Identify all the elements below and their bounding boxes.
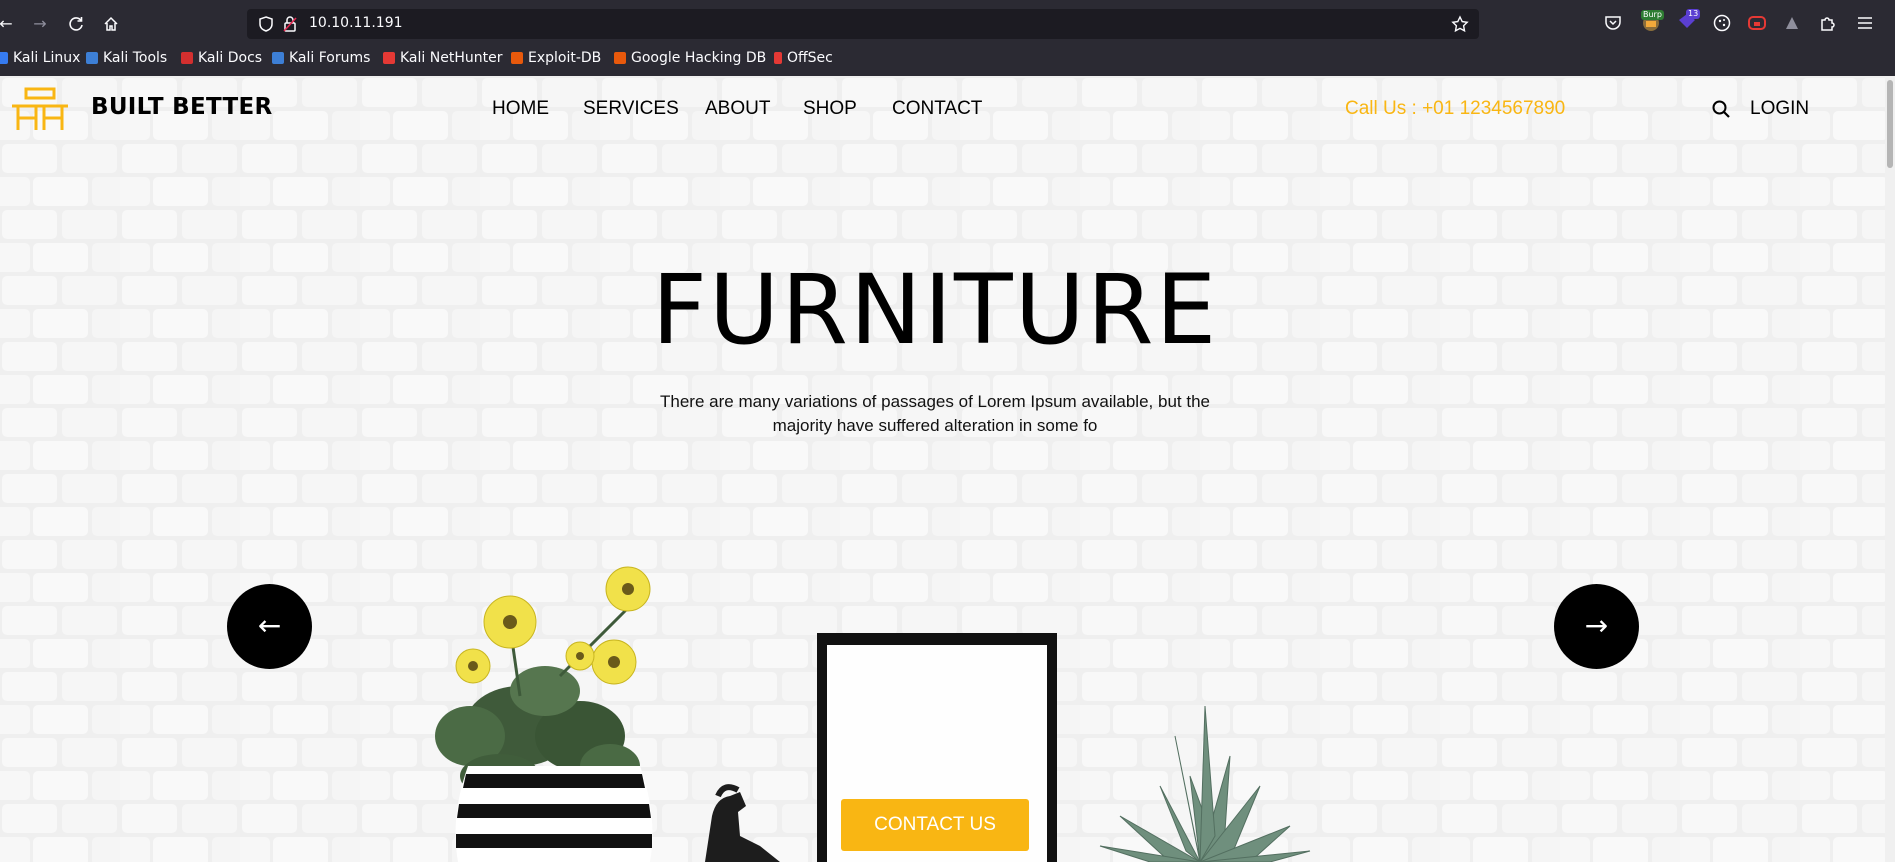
bookmark-exploit-db[interactable]: Exploit-DB [511, 50, 601, 66]
exploit-db-icon [511, 52, 523, 64]
home-icon [104, 16, 118, 31]
reload-button[interactable] [64, 12, 88, 36]
bookmark-kali-docs[interactable]: Kali Docs [181, 50, 262, 66]
url-text[interactable]: 10.10.11.191 [309, 15, 403, 31]
home-button[interactable] [99, 12, 123, 36]
web-page: BUILT BETTER HOME SERVICES ABOUT SHOP CO… [0, 76, 1885, 862]
ghdb-icon [614, 52, 626, 64]
page-scrollbar[interactable] [1885, 76, 1895, 862]
bookmark-kali-tools[interactable]: Kali Tools [86, 50, 167, 66]
insecure-lock-icon[interactable] [281, 15, 299, 33]
hamburger-menu-icon[interactable] [1855, 13, 1875, 33]
contact-us-button[interactable]: CONTACT US [841, 799, 1029, 851]
bookmark-offsec[interactable]: OffSec [774, 50, 833, 66]
flower-plant [435, 566, 651, 798]
extension-gray-icon[interactable] [1782, 13, 1802, 33]
kali-forums-icon [272, 52, 284, 64]
reload-icon [69, 17, 83, 31]
red-extension-icon[interactable] [1747, 13, 1767, 33]
back-button[interactable]: ← [0, 12, 18, 36]
bookmark-kali-nethunter[interactable]: Kali NetHunter [383, 50, 502, 66]
kali-docs-icon [181, 52, 193, 64]
bookmarks-bar: Kali Linux Kali Tools Kali Docs Kali For… [0, 48, 1895, 72]
browser-toolbar: ← → 10.10.11.191 Burp 13 Kali Linux Kali… [0, 0, 1895, 76]
bookmark-kali-linux[interactable]: Kali Linux [0, 50, 80, 66]
bookmark-star-icon[interactable] [1451, 15, 1469, 33]
horse-figurine [705, 784, 780, 862]
cookie-icon[interactable] [1712, 13, 1732, 33]
striped-vase [455, 766, 653, 862]
counter-badge: 13 [1686, 9, 1701, 19]
url-bar[interactable]: 10.10.11.191 [247, 9, 1479, 39]
burp-badge: Burp [1641, 10, 1664, 20]
bookmark-google-hacking-db[interactable]: Google Hacking DB [614, 50, 766, 66]
shield-icon[interactable] [257, 15, 275, 33]
pocket-icon[interactable] [1603, 13, 1623, 33]
bookmark-kali-forums[interactable]: Kali Forums [272, 50, 370, 66]
succulent-plant [1099, 705, 1311, 862]
kali-tools-icon [86, 52, 98, 64]
scrollbar-thumb[interactable] [1887, 80, 1893, 168]
nethunter-icon [383, 52, 395, 64]
hero-furniture-image [435, 566, 1311, 862]
burp-extension-icon[interactable]: Burp [1640, 10, 1664, 32]
kali-icon [0, 52, 8, 64]
extensions-puzzle-icon[interactable] [1818, 13, 1838, 33]
offsec-icon [774, 52, 782, 64]
forward-button[interactable]: → [28, 12, 52, 36]
extension-counter-icon[interactable]: 13 [1676, 9, 1701, 32]
